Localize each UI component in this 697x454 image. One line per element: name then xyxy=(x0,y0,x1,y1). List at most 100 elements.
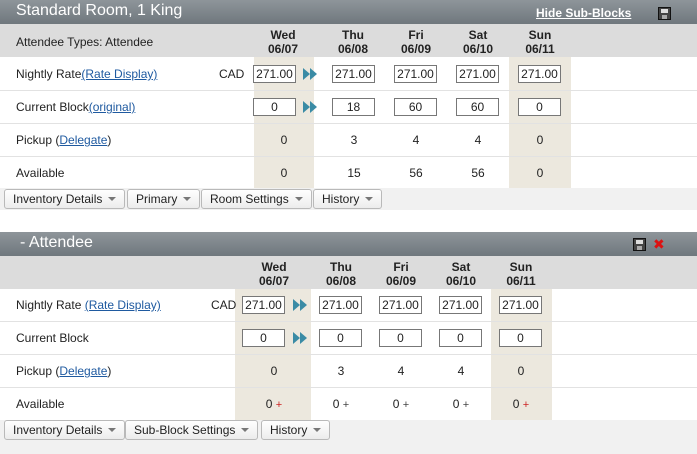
day-header: Thu 06/08 xyxy=(337,28,369,56)
pickup-value: 4 xyxy=(397,364,405,378)
chevron-down-icon xyxy=(108,196,117,201)
currency-label: CAD xyxy=(219,67,245,81)
plus-icon[interactable]: + xyxy=(403,399,409,411)
rate-input[interactable] xyxy=(439,296,482,314)
pickup-value: 0 xyxy=(270,364,278,378)
room-settings-button[interactable]: Room Settings xyxy=(201,189,312,209)
chevron-down-icon xyxy=(294,196,303,201)
day-header: Fri 06/09 xyxy=(385,260,417,288)
sub-block-title: - Attendee xyxy=(20,234,93,251)
pickup-value: 3 xyxy=(337,364,345,378)
block-input[interactable] xyxy=(518,98,561,116)
sub-block-settings-button[interactable]: Sub-Block Settings xyxy=(125,420,259,440)
history-button[interactable]: History xyxy=(313,189,383,209)
inventory-details-button[interactable]: Inventory Details xyxy=(4,189,126,209)
attendee-types-label: Attendee Types: Attendee xyxy=(16,35,154,49)
current-block-label: Current Block xyxy=(16,331,89,345)
fast-forward-icon[interactable] xyxy=(303,68,317,80)
pickup-value: 4 xyxy=(474,133,482,147)
fast-forward-icon[interactable] xyxy=(293,299,307,311)
row-divider xyxy=(0,90,697,91)
plus-icon[interactable]: + xyxy=(276,399,282,411)
currency-label: CAD xyxy=(211,298,237,312)
delete-icon[interactable]: ✖ xyxy=(653,237,665,251)
row-divider xyxy=(0,123,697,124)
nightly-rate-label: Nightly Rate(Rate Display) xyxy=(16,67,158,81)
rate-input[interactable] xyxy=(394,65,437,83)
plus-icon[interactable]: + xyxy=(463,399,469,411)
pickup-value: 0 xyxy=(280,133,288,147)
primary-button[interactable]: Primary xyxy=(127,189,201,209)
row-divider xyxy=(0,321,697,322)
available-value: 0 xyxy=(280,166,288,180)
block-input[interactable] xyxy=(394,98,437,116)
block-input[interactable] xyxy=(253,98,296,116)
pickup-value: 4 xyxy=(412,133,420,147)
row-divider xyxy=(0,156,697,157)
available-value: 0 + xyxy=(332,397,350,411)
save-icon[interactable] xyxy=(633,238,646,251)
pickup-label: Pickup (Delegate) xyxy=(16,364,112,378)
block-input[interactable] xyxy=(456,98,499,116)
day-header: Fri 06/09 xyxy=(400,28,432,56)
day-header: Sun 06/11 xyxy=(506,260,536,288)
nightly-rate-label: Nightly Rate (Rate Display) xyxy=(16,298,161,312)
block-input[interactable] xyxy=(439,329,482,347)
pickup-value: 4 xyxy=(457,364,465,378)
delegate-link[interactable]: Delegate xyxy=(59,133,107,147)
fast-forward-icon[interactable] xyxy=(293,332,307,344)
available-value: 56 xyxy=(471,166,485,180)
sub-block-header: - Attendee ✖ xyxy=(0,232,697,256)
chevron-down-icon xyxy=(313,427,322,432)
rate-input[interactable] xyxy=(242,296,285,314)
available-label: Available xyxy=(16,397,65,411)
rate-input[interactable] xyxy=(253,65,296,83)
rate-display-link[interactable]: (Rate Display) xyxy=(81,67,157,81)
available-value: 0 xyxy=(536,166,544,180)
plus-icon[interactable]: + xyxy=(523,399,529,411)
pickup-value: 0 xyxy=(517,364,525,378)
row-divider xyxy=(0,387,697,388)
rate-input[interactable] xyxy=(456,65,499,83)
inventory-details-button[interactable]: Inventory Details xyxy=(4,420,126,440)
block-input[interactable] xyxy=(379,329,422,347)
rate-input[interactable] xyxy=(518,65,561,83)
plus-icon[interactable]: + xyxy=(343,399,349,411)
chevron-down-icon xyxy=(365,196,374,201)
chevron-down-icon xyxy=(241,427,250,432)
pickup-value: 0 xyxy=(536,133,544,147)
day-header: Sat 06/10 xyxy=(445,260,477,288)
available-label: Available xyxy=(16,166,65,180)
available-value: 0 + xyxy=(265,397,283,411)
fast-forward-icon[interactable] xyxy=(303,101,317,113)
available-value: 0 + xyxy=(452,397,470,411)
block-input[interactable] xyxy=(332,98,375,116)
day-header: Wed 06/07 xyxy=(267,28,299,56)
rate-display-link[interactable]: (Rate Display) xyxy=(85,298,161,312)
pickup-label: Pickup (Delegate) xyxy=(16,133,112,147)
rate-input[interactable] xyxy=(499,296,542,314)
block-title: Standard Room, 1 King xyxy=(16,2,183,19)
block-header: Standard Room, 1 King Hide Sub-Blocks xyxy=(0,0,697,24)
available-value: 0 + xyxy=(512,397,530,411)
rate-input[interactable] xyxy=(319,296,362,314)
chevron-down-icon xyxy=(183,196,192,201)
save-icon[interactable] xyxy=(658,7,671,20)
day-header: Wed 06/07 xyxy=(258,260,290,288)
history-button[interactable]: History xyxy=(261,420,331,440)
available-value: 56 xyxy=(409,166,423,180)
delegate-link[interactable]: Delegate xyxy=(59,364,107,378)
rate-input[interactable] xyxy=(332,65,375,83)
available-value: 0 + xyxy=(392,397,410,411)
day-header: Sat 06/10 xyxy=(462,28,494,56)
block-input[interactable] xyxy=(319,329,362,347)
available-value: 15 xyxy=(347,166,361,180)
block-input[interactable] xyxy=(499,329,542,347)
original-link[interactable]: (original) xyxy=(89,100,136,114)
rate-input[interactable] xyxy=(379,296,422,314)
chevron-down-icon xyxy=(108,427,117,432)
block-input[interactable] xyxy=(242,329,285,347)
hide-sub-blocks-link[interactable]: Hide Sub-Blocks xyxy=(536,6,631,20)
row-divider xyxy=(0,354,697,355)
current-block-label: Current Block(original) xyxy=(16,100,136,114)
